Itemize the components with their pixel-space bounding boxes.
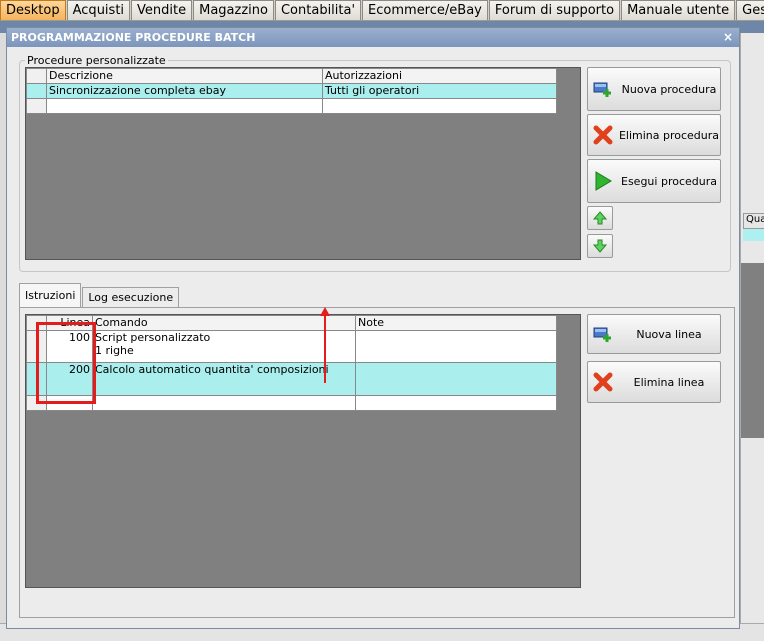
instruction-command-detail: 1 righe: [95, 344, 134, 357]
instructions-table: Linea Comando Note 100 Script personaliz…: [26, 315, 557, 411]
procedures-table: Descrizione Autorizzazioni Sincronizzazi…: [26, 68, 557, 114]
move-up-button[interactable]: [587, 206, 613, 230]
run-procedure-button[interactable]: Esegui procedura: [587, 159, 721, 203]
dialog-title: PROGRAMMAZIONE PROCEDURE BATCH: [11, 31, 256, 44]
background-selected-row: [743, 229, 764, 241]
new-item-icon: [588, 325, 618, 343]
main-tab-bar: Desktop Acquisti Vendite Magazzino Conta…: [0, 0, 764, 21]
background-window-right: Qua: [740, 33, 764, 633]
tab-manuale[interactable]: Manuale utente: [621, 0, 736, 20]
new-item-icon: [588, 80, 618, 98]
instruction-row[interactable]: 200 Calcolo automatico quantita' composi…: [26, 362, 557, 396]
instructions-header-row: Linea Comando Note: [26, 315, 557, 331]
column-header-descrizione[interactable]: Descrizione: [46, 68, 323, 84]
background-column-header: Qua: [743, 213, 764, 229]
highlight-arrow: [324, 313, 326, 383]
delete-procedure-label: Elimina procedura: [618, 128, 720, 142]
empty-cell[interactable]: [46, 98, 323, 114]
instruction-note[interactable]: [355, 362, 557, 396]
tab-desktop[interactable]: Desktop: [0, 0, 66, 20]
instruction-command[interactable]: Calcolo automatico quantita' composizion…: [92, 362, 356, 396]
empty-cell[interactable]: [92, 395, 356, 411]
instruction-tabs: Istruzioni Log esecuzione: [19, 283, 180, 308]
arrow-down-icon: [593, 239, 607, 253]
arrow-head-icon: [320, 307, 330, 316]
tab-magazzino[interactable]: Magazzino: [193, 0, 274, 20]
tab-forum[interactable]: Forum di supporto: [488, 0, 621, 20]
tab-istruzioni[interactable]: Istruzioni: [19, 283, 82, 308]
procedure-row[interactable]: Sincronizzazione completa ebay Tutti gli…: [26, 83, 557, 99]
new-procedure-button[interactable]: Nuova procedura: [587, 67, 721, 111]
column-header-note[interactable]: Note: [355, 315, 557, 331]
instruction-empty-row[interactable]: [26, 395, 557, 411]
close-icon[interactable]: ×: [723, 28, 733, 47]
procedure-description[interactable]: Sincronizzazione completa ebay: [46, 83, 323, 99]
tab-ecommerce[interactable]: Ecommerce/eBay: [362, 0, 488, 20]
arrow-up-icon: [593, 211, 607, 225]
procedures-header-row: Descrizione Autorizzazioni: [26, 68, 557, 84]
instruction-command-text: Calcolo automatico quantita' composizion…: [95, 363, 329, 376]
row-indicator: [26, 98, 47, 114]
delete-line-button[interactable]: Elimina linea: [587, 361, 721, 403]
procedure-empty-row[interactable]: [26, 98, 557, 114]
delete-line-label: Elimina linea: [633, 375, 705, 389]
highlight-box: [36, 322, 96, 404]
instruction-command-text: Script personalizzato: [95, 331, 211, 344]
delete-procedure-button[interactable]: Elimina procedura: [587, 114, 721, 156]
procedure-authorization[interactable]: Tutti gli operatori: [322, 83, 557, 99]
instruction-command[interactable]: Script personalizzato 1 righe: [92, 330, 356, 363]
procedures-grid[interactable]: Descrizione Autorizzazioni Sincronizzazi…: [25, 67, 581, 260]
batch-procedures-dialog: PROGRAMMAZIONE PROCEDURE BATCH × Procedu…: [6, 27, 740, 629]
dialog-titlebar: PROGRAMMAZIONE PROCEDURE BATCH ×: [7, 28, 739, 47]
empty-cell[interactable]: [322, 98, 557, 114]
instruction-row[interactable]: 100 Script personalizzato 1 righe: [26, 330, 557, 363]
background-grid: [741, 263, 764, 438]
column-header-comando[interactable]: Comando: [92, 315, 356, 331]
empty-cell[interactable]: [355, 395, 557, 411]
play-icon: [588, 170, 618, 192]
row-indicator: [26, 83, 47, 99]
instructions-grid[interactable]: Linea Comando Note 100 Script personaliz…: [25, 314, 581, 588]
new-procedure-label: Nuova procedura: [621, 82, 717, 96]
tab-acquisti[interactable]: Acquisti: [66, 0, 131, 20]
run-procedure-label: Esegui procedura: [621, 174, 717, 188]
row-indicator-header: [26, 68, 47, 84]
tab-log-esecuzione[interactable]: Log esecuzione: [82, 287, 180, 308]
instruction-note[interactable]: [355, 330, 557, 363]
tab-contabilita[interactable]: Contabilita': [274, 0, 362, 20]
procedures-group-label: Procedure personalizzate: [25, 54, 168, 67]
tab-vendite[interactable]: Vendite: [131, 0, 193, 20]
tab-gest[interactable]: Gest: [736, 0, 764, 20]
new-line-label: Nuova linea: [636, 327, 702, 341]
move-down-button[interactable]: [587, 234, 613, 258]
column-header-autorizzazioni[interactable]: Autorizzazioni: [322, 68, 557, 84]
new-line-button[interactable]: Nuova linea: [587, 314, 721, 354]
delete-x-icon: [588, 371, 618, 393]
delete-x-icon: [588, 124, 618, 146]
